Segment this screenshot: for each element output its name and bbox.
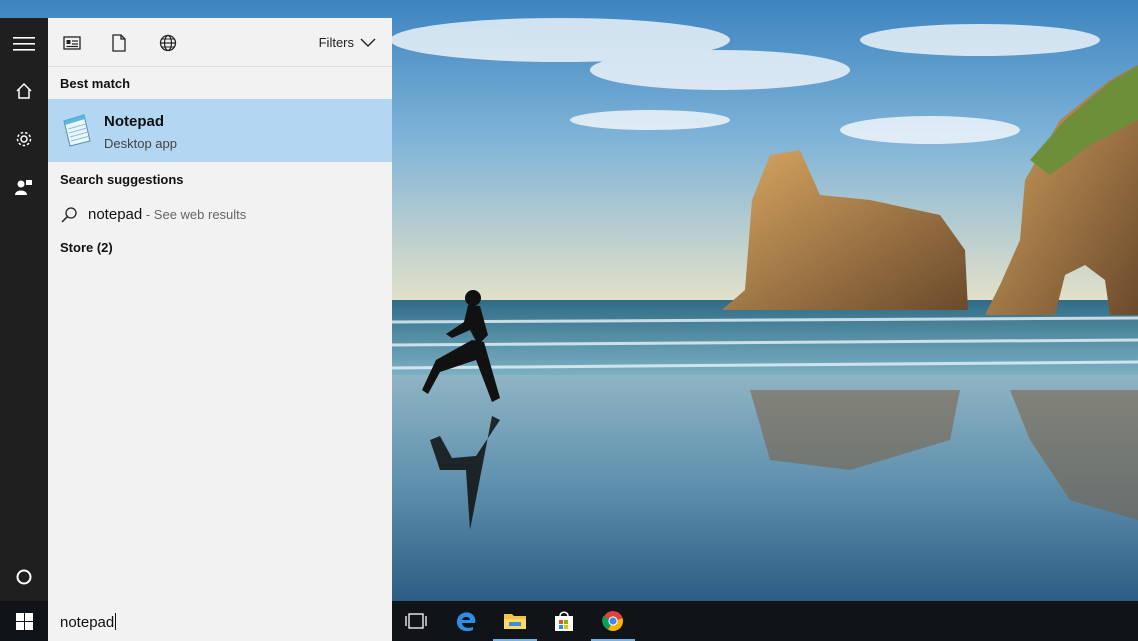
suggestion-text-wrapper: notepad - See web results: [88, 206, 246, 223]
edge-taskbar-button[interactable]: [442, 601, 490, 641]
hamburger-menu-button[interactable]: [0, 20, 48, 68]
apps-scope-icon: [63, 36, 81, 50]
settings-gear-icon: [16, 131, 32, 147]
search-input[interactable]: notepad: [48, 601, 392, 641]
edge-icon: [457, 612, 476, 632]
store-icon: [555, 611, 573, 631]
cortana-circle-icon: [16, 569, 32, 585]
chevron-down-icon: [360, 38, 376, 47]
notepad-icon: [63, 114, 91, 147]
store-section-heading[interactable]: Store (2): [48, 240, 113, 255]
file-explorer-taskbar-button[interactable]: [491, 601, 539, 641]
search-results-panel: Filters Best match Notepad Desktop app S…: [48, 18, 392, 601]
home-button[interactable]: [0, 67, 48, 115]
home-icon: [16, 82, 32, 99]
task-view-button[interactable]: [392, 601, 440, 641]
hamburger-menu-icon: [13, 37, 35, 51]
web-scope-icon: [159, 34, 177, 52]
settings-button[interactable]: [0, 115, 48, 163]
search-suggestions-heading: Search suggestions: [60, 172, 184, 187]
task-view-icon: [405, 613, 427, 629]
scope-bar: Filters: [48, 18, 392, 67]
search-icon: [61, 207, 77, 223]
start-rail: [0, 18, 48, 601]
feedback-button[interactable]: [0, 163, 48, 211]
suggestion-hint-text: - See web results: [142, 207, 247, 222]
web-scope-button[interactable]: [158, 33, 178, 53]
file-explorer-icon: [504, 614, 526, 629]
best-match-heading: Best match: [60, 76, 131, 91]
chrome-icon: [602, 611, 624, 632]
taskbar: notepad: [0, 601, 1138, 641]
text-caret: [115, 613, 117, 630]
search-query-wrapper: notepad: [60, 613, 117, 631]
user-feedback-icon: [15, 180, 32, 195]
documents-scope-icon: [112, 34, 126, 52]
apps-scope-button[interactable]: [62, 33, 82, 53]
best-match-app-name: Notepad: [104, 113, 164, 130]
filters-label: Filters: [318, 35, 354, 50]
suggestion-query-text: notepad: [88, 206, 143, 223]
store-taskbar-button[interactable]: [540, 601, 588, 641]
filters-dropdown[interactable]: Filters: [319, 35, 376, 50]
documents-scope-button[interactable]: [109, 33, 129, 53]
search-suggestion-item[interactable]: notepad - See web results: [48, 200, 392, 230]
start-button[interactable]: [0, 601, 48, 641]
windows-start-icon: [15, 612, 33, 630]
chrome-taskbar-button[interactable]: [589, 601, 637, 641]
best-match-result-notepad[interactable]: Notepad Desktop app: [48, 99, 392, 162]
cortana-button[interactable]: [0, 553, 48, 601]
best-match-app-type: Desktop app: [104, 136, 177, 151]
search-query-text: notepad: [60, 614, 115, 631]
